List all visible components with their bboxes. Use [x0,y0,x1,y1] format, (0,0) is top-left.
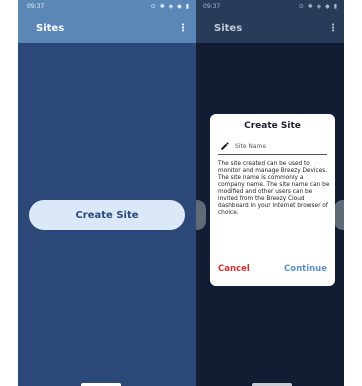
continue-button[interactable]: Continue [284,264,327,274]
page-title: Sites [214,22,243,34]
page-title: Sites [36,22,65,34]
pencil-icon [221,142,229,150]
more-vertical-icon[interactable]: ⋮ [178,23,188,34]
create-site-dialog: Create Site The site created can be used… [210,114,335,286]
status-time: 09:37 [27,3,45,10]
app-bar: Sites ⋮ [18,13,196,43]
status-bar: 09:37 ⊙ ✱ ◈ ◆ ▮ [196,0,344,13]
dialog-title: Create Site [244,121,301,131]
cancel-button[interactable]: Cancel [218,264,250,274]
dimmed-create-site-button-edge [196,200,206,230]
dialog-description: The site created can be used to monitor … [218,161,330,216]
status-bar: 09:37 ⊙ ✱ ◈ ◆ ▮ [18,0,196,13]
status-time: 09:37 [203,3,221,10]
create-site-button[interactable]: Create Site [29,200,185,230]
app-bar: Sites ⋮ [196,13,344,43]
status-icons: ⊙ ✱ ◈ ◆ ▮ [298,3,338,10]
more-vertical-icon: ⋮ [328,22,338,34]
dimmed-create-site-button-edge [334,200,344,230]
dialog-actions: Cancel Continue [218,264,327,274]
site-name-input[interactable] [235,142,325,150]
site-name-row [218,141,327,151]
sites-screen: 09:37 ⊙ ✱ ◈ ◆ ▮ Sites ⋮ Create Site [18,0,196,386]
input-underline [218,154,327,155]
create-site-dialog-screen: 09:37 ⊙ ✱ ◈ ◆ ▮ Sites ⋮ Create Site The … [196,0,344,386]
screenshot-pair: 09:37 ⊙ ✱ ◈ ◆ ▮ Sites ⋮ Create Site 09:3… [0,0,362,386]
status-icons: ⊙ ✱ ◈ ◆ ▮ [150,3,190,10]
